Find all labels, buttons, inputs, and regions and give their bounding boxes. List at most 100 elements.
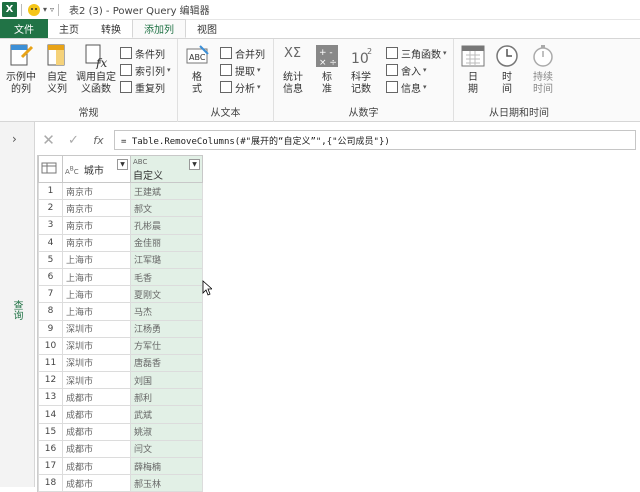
table-row[interactable]: 10 深圳市 方军仕 <box>38 336 203 355</box>
table-row[interactable]: 11 深圳市 唐磊香 <box>38 353 203 373</box>
rounding-button[interactable]: 舍入 ▾ <box>386 62 427 78</box>
column-from-examples-button[interactable]: 示例中的列 <box>4 43 38 96</box>
cell-city[interactable]: 深圳市 <box>62 353 131 373</box>
smiley-feedback-icon[interactable] <box>28 3 40 16</box>
row-number[interactable]: 2 <box>38 199 63 218</box>
table-row[interactable]: 18 成都市 郝玉林 <box>38 474 203 492</box>
row-number[interactable]: 17 <box>38 456 63 476</box>
row-number[interactable]: 1 <box>38 181 63 201</box>
cell-custom[interactable]: 刘国 <box>130 371 203 390</box>
extract-button[interactable]: 提取 ▾ <box>220 62 261 78</box>
cell-city[interactable]: 上海市 <box>62 285 131 304</box>
tab-add-column[interactable]: 添加列 <box>132 19 186 38</box>
cell-custom[interactable]: 江军璐 <box>130 250 203 269</box>
table-row[interactable]: 16 成都市 闫文 <box>38 439 203 459</box>
column-header-custom[interactable]: ABC 自定义 ▼ <box>130 155 203 183</box>
parse-button[interactable]: 分析 ▾ <box>220 79 261 95</box>
check-icon[interactable]: ✓ <box>61 133 86 148</box>
cell-city[interactable]: 南京市 <box>62 233 131 252</box>
trigonometry-button[interactable]: 三角函数 ▾ <box>386 45 447 61</box>
row-number[interactable]: 15 <box>38 422 63 441</box>
cell-custom[interactable]: 郝文 <box>130 199 203 218</box>
formula-input[interactable]: = Table.RemoveColumns(#"展开的“自定义”",{"公司成员… <box>114 130 636 150</box>
cell-city[interactable]: 深圳市 <box>62 336 131 355</box>
standard-button[interactable]: + - × ÷ 标准 <box>314 43 340 96</box>
row-number[interactable]: 3 <box>38 216 63 235</box>
row-number[interactable]: 12 <box>38 371 63 390</box>
cell-custom[interactable]: 唐磊香 <box>130 353 203 373</box>
duplicate-column-button[interactable]: 重复列 <box>120 79 165 95</box>
table-row[interactable]: 12 深圳市 刘国 <box>38 371 203 390</box>
row-number[interactable]: 13 <box>38 388 63 407</box>
row-number[interactable]: 6 <box>38 267 63 287</box>
queries-pane[interactable]: › 查询 <box>0 122 35 487</box>
index-column-button[interactable]: 索引列 ▾ <box>120 62 171 78</box>
cell-custom[interactable]: 孔彬晨 <box>130 216 203 235</box>
table-row[interactable]: 4 南京市 金佳丽 <box>38 233 203 252</box>
duration-button[interactable]: 持续时间 <box>528 43 558 96</box>
cell-city[interactable]: 上海市 <box>62 302 131 321</box>
table-row[interactable]: 14 成都市 武斌 <box>38 405 203 424</box>
statistics-button[interactable]: XΣ 统计信息 <box>278 43 308 96</box>
cell-city[interactable]: 成都市 <box>62 439 131 459</box>
cell-city[interactable]: 成都市 <box>62 456 131 476</box>
cell-custom[interactable]: 方军仕 <box>130 336 203 355</box>
filter-dropdown-icon[interactable]: ▼ <box>117 159 128 170</box>
queries-pane-label[interactable]: 查询 <box>9 300 24 320</box>
row-number[interactable]: 11 <box>38 353 63 373</box>
format-button[interactable]: ABC 格式 <box>184 43 210 96</box>
row-number[interactable]: 7 <box>38 285 63 304</box>
cell-custom[interactable]: 郝玉林 <box>130 474 203 492</box>
cell-city[interactable]: 成都市 <box>62 474 131 492</box>
cell-city[interactable]: 成都市 <box>62 422 131 441</box>
cell-custom[interactable]: 江杨勇 <box>130 319 203 338</box>
table-row[interactable]: 3 南京市 孔彬晨 <box>38 216 203 235</box>
tab-home[interactable]: 主页 <box>48 19 90 38</box>
table-row[interactable]: 7 上海市 夏刚文 <box>38 285 203 304</box>
cell-city[interactable]: 南京市 <box>62 199 131 218</box>
row-number[interactable]: 8 <box>38 302 63 321</box>
fx-icon[interactable]: fx <box>86 134 111 147</box>
table-row[interactable]: 2 南京市 郝文 <box>38 199 203 218</box>
date-button[interactable]: 日期 <box>460 43 486 96</box>
cell-custom[interactable]: 金佳丽 <box>130 233 203 252</box>
cell-city[interactable]: 成都市 <box>62 405 131 424</box>
filter-dropdown-icon[interactable]: ▼ <box>189 159 200 170</box>
table-row[interactable]: 5 上海市 江军璐 <box>38 250 203 269</box>
row-number[interactable]: 16 <box>38 439 63 459</box>
time-button[interactable]: 时间 <box>494 43 520 96</box>
tab-transform[interactable]: 转换 <box>90 19 132 38</box>
cell-city[interactable]: 上海市 <box>62 250 131 269</box>
customize-toolbar-icon[interactable]: ▿ <box>50 5 54 14</box>
invoke-custom-function-button[interactable]: fx 调用自定义函数 <box>75 43 117 96</box>
row-number[interactable]: 4 <box>38 233 63 252</box>
tab-view[interactable]: 视图 <box>186 19 228 38</box>
table-row[interactable]: 1 南京市 王建斌 <box>38 181 203 201</box>
cancel-icon[interactable]: ✕ <box>36 131 61 149</box>
cell-custom[interactable]: 毛香 <box>130 267 203 287</box>
cell-city[interactable]: 南京市 <box>62 216 131 235</box>
table-row[interactable]: 13 成都市 郝利 <box>38 388 203 407</box>
table-row[interactable]: 6 上海市 毛香 <box>38 267 203 287</box>
table-row[interactable]: 9 深圳市 江杨勇 <box>38 319 203 338</box>
cell-custom[interactable]: 马杰 <box>130 302 203 321</box>
cell-custom[interactable]: 薛梅楠 <box>130 456 203 476</box>
cell-city[interactable]: 成都市 <box>62 388 131 407</box>
information-button[interactable]: 信息 ▾ <box>386 79 427 95</box>
text-type-icon[interactable]: ABC <box>65 166 79 175</box>
merge-columns-button[interactable]: 合并列 <box>220 45 265 61</box>
chevron-right-icon[interactable]: › <box>12 132 17 146</box>
chevron-down-icon[interactable]: ▾ <box>43 5 47 14</box>
row-number[interactable]: 14 <box>38 405 63 424</box>
excel-icon[interactable]: X <box>2 2 17 17</box>
table-row[interactable]: 15 成都市 姚淑 <box>38 422 203 441</box>
any-type-icon[interactable]: ABC <box>133 158 147 166</box>
custom-column-button[interactable]: 自定义列 <box>42 43 72 96</box>
table-row[interactable]: 17 成都市 薛梅楠 <box>38 456 203 476</box>
cell-custom[interactable]: 武斌 <box>130 405 203 424</box>
cell-city[interactable]: 南京市 <box>62 181 131 201</box>
cell-city[interactable]: 深圳市 <box>62 371 131 390</box>
row-number[interactable]: 18 <box>38 474 63 492</box>
row-number[interactable]: 9 <box>38 319 63 338</box>
cell-custom[interactable]: 姚淑 <box>130 422 203 441</box>
